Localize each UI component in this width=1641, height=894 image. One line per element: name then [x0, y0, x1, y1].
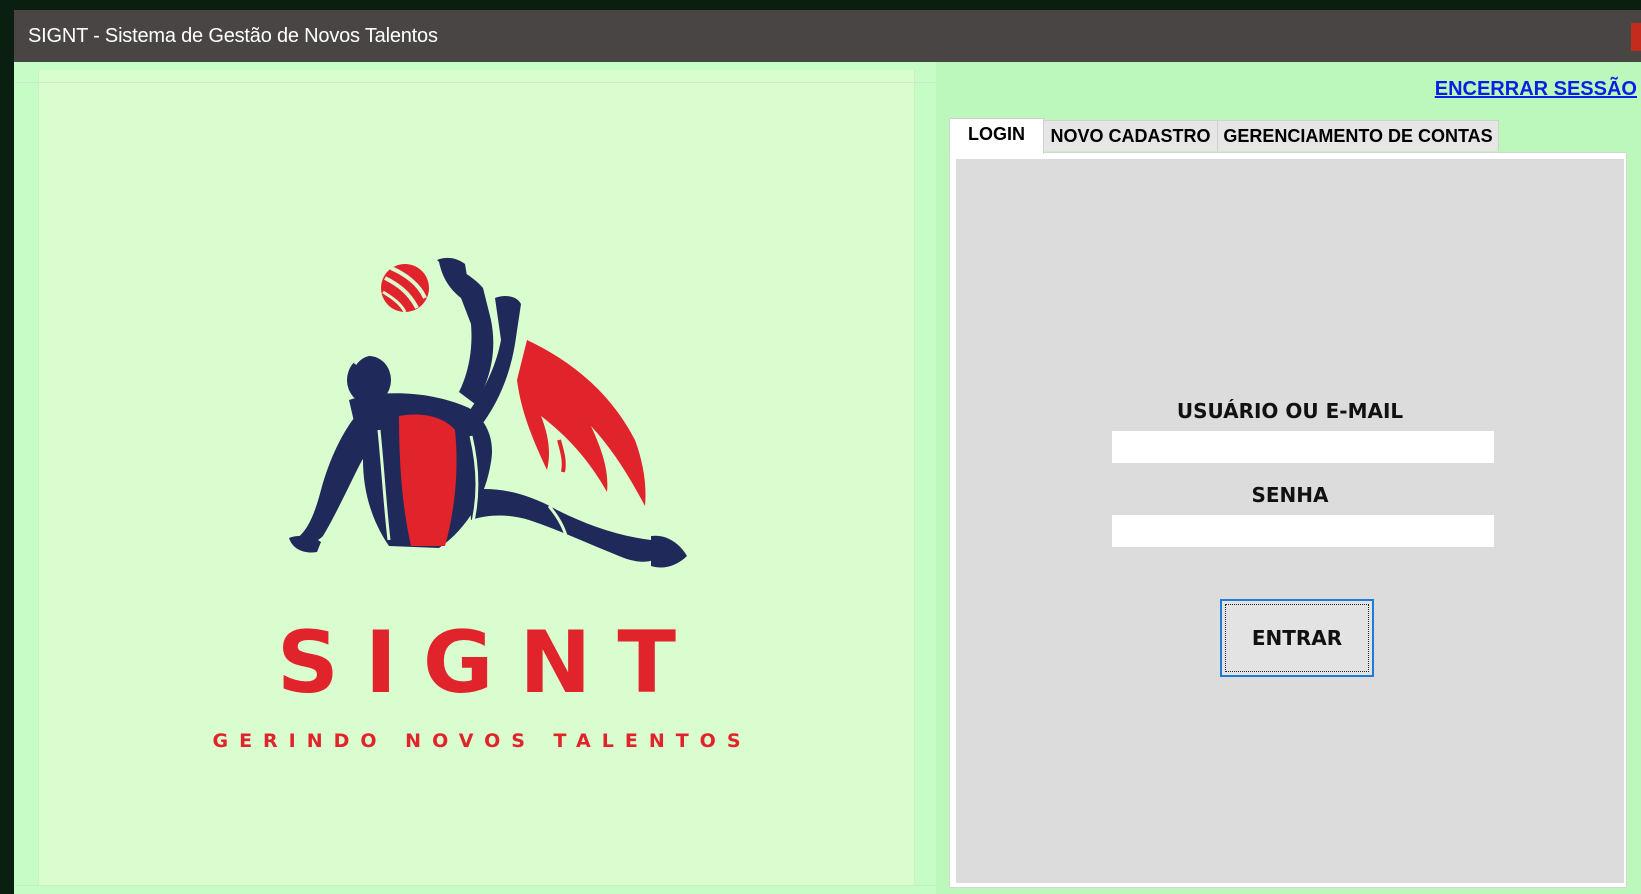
- login-tab-panel: USUÁRIO OU E-MAIL SENHA ENTRAR: [949, 152, 1627, 888]
- user-input[interactable]: [1112, 431, 1494, 463]
- tab-new-registration[interactable]: NOVO CADASTRO: [1043, 120, 1218, 151]
- frame-divider-top: [15, 82, 938, 83]
- ball-icon: [381, 264, 429, 313]
- frame-divider-bottom: [15, 885, 938, 886]
- tab-login[interactable]: LOGIN: [949, 118, 1044, 154]
- logout-link[interactable]: ENCERRAR SESSÃO: [1435, 78, 1637, 101]
- password-label: SENHA: [1251, 483, 1329, 507]
- brand-tagline: GERINDO NOVOS TALENTOS: [212, 730, 752, 752]
- logo-picture-box: SIGNT GERINDO NOVOS TALENTOS: [15, 70, 938, 886]
- app-window: SIGNT - Sistema de Gestão de Novos Talen…: [14, 10, 1641, 894]
- close-button[interactable]: [1631, 23, 1641, 51]
- enter-button[interactable]: ENTRAR: [1220, 599, 1374, 677]
- login-form: USUÁRIO OU E-MAIL SENHA ENTRAR: [956, 159, 1624, 883]
- window-title: SIGNT - Sistema de Gestão de Novos Talen…: [28, 25, 438, 47]
- bicycle-kick-footballer-logo-icon: [289, 257, 687, 568]
- logo-panel: SIGNT GERINDO NOVOS TALENTOS: [14, 62, 938, 894]
- enter-button-label: ENTRAR: [1251, 626, 1343, 650]
- tab-account-management[interactable]: GERENCIAMENTO DE CONTAS: [1217, 120, 1499, 151]
- title-bar[interactable]: SIGNT - Sistema de Gestão de Novos Talen…: [14, 10, 1641, 62]
- brand-name: SIGNT: [276, 613, 703, 713]
- password-input[interactable]: [1112, 515, 1494, 547]
- user-label: USUÁRIO OU E-MAIL: [1176, 399, 1404, 423]
